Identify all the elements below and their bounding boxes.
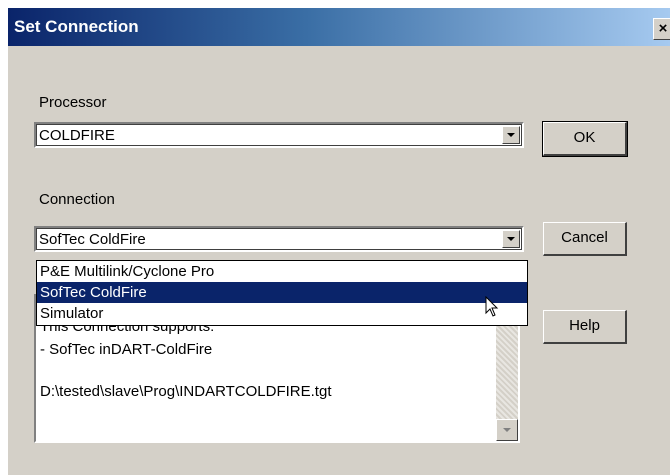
- dropdown-option-selected[interactable]: SofTec ColdFire: [37, 282, 527, 303]
- description-line: D:\tested\slave\Prog\INDARTCOLDFIRE.tgt: [40, 383, 332, 400]
- connection-dropdown-list[interactable]: P&E Multilink/Cyclone Pro SofTec ColdFir…: [36, 260, 528, 326]
- chevron-down-icon[interactable]: [502, 230, 520, 248]
- cancel-button[interactable]: Cancel: [543, 222, 627, 256]
- connection-label: Connection: [39, 191, 115, 208]
- mouse-cursor-icon: [485, 296, 499, 317]
- window-title: Set Connection: [14, 17, 139, 36]
- processor-select[interactable]: COLDFIRE: [34, 122, 524, 148]
- ok-button[interactable]: OK: [542, 121, 628, 157]
- description-line: - SofTec inDART-ColdFire: [40, 341, 213, 358]
- close-button[interactable]: ×: [653, 18, 670, 40]
- connection-select[interactable]: SofTec ColdFire: [34, 226, 524, 252]
- chevron-down-icon[interactable]: [502, 126, 520, 144]
- dropdown-option[interactable]: P&E Multilink/Cyclone Pro: [37, 261, 527, 282]
- dropdown-option[interactable]: Simulator: [37, 303, 527, 324]
- title-bar[interactable]: Set Connection ×: [8, 8, 670, 46]
- scroll-down-button[interactable]: [496, 419, 518, 441]
- processor-label: Processor: [39, 94, 107, 111]
- connection-value: SofTec ColdFire: [39, 231, 146, 248]
- help-button[interactable]: Help: [543, 310, 627, 344]
- processor-value: COLDFIRE: [39, 127, 115, 144]
- set-connection-dialog: Set Connection × Processor COLDFIRE OK C…: [8, 8, 670, 475]
- close-icon: ×: [658, 20, 668, 37]
